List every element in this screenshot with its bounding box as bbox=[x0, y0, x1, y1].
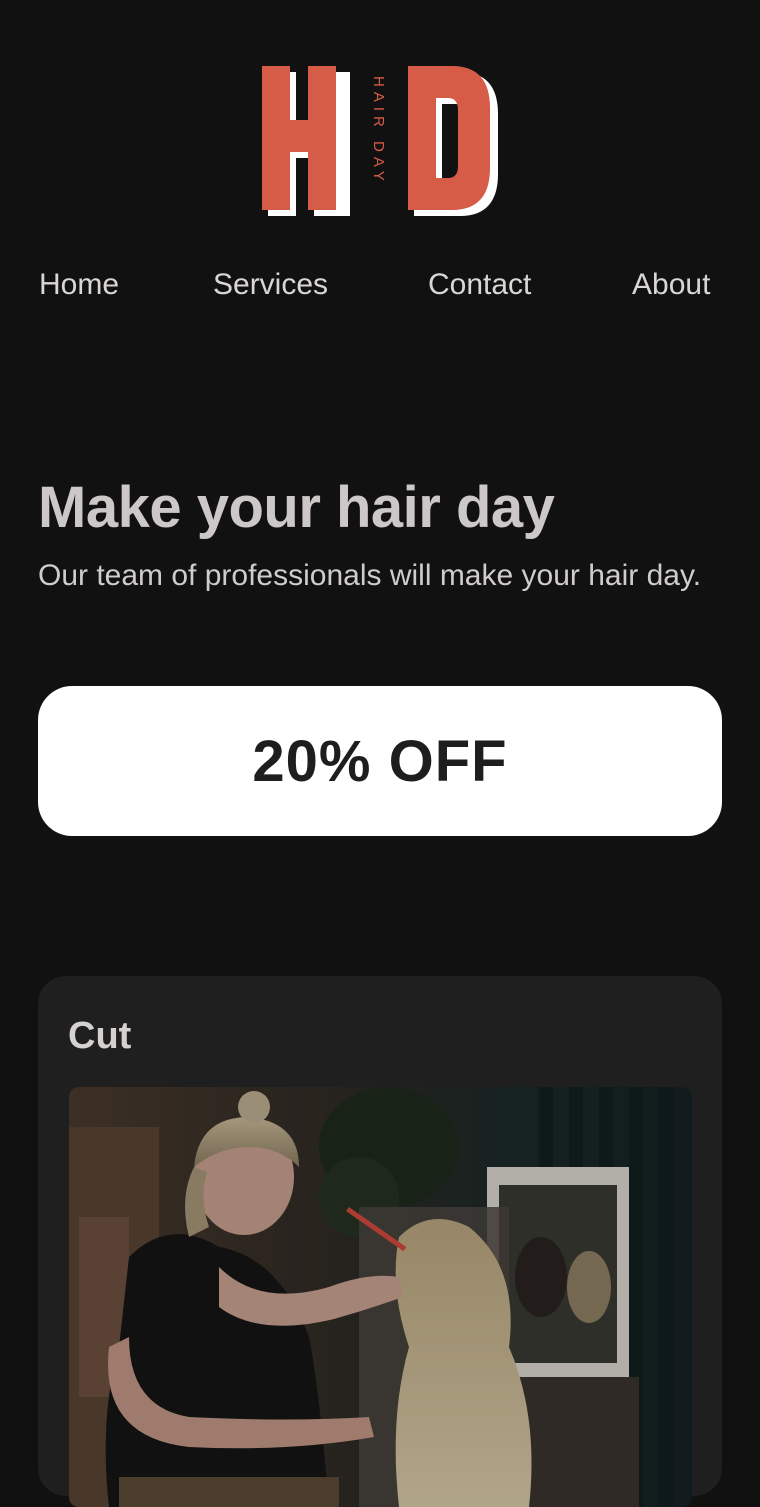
hd-logo-icon: HAIR DAY bbox=[262, 66, 498, 216]
service-card-image bbox=[69, 1087, 692, 1507]
nav-services-link[interactable]: Services bbox=[213, 266, 328, 304]
logo-tagline: HAIR DAY bbox=[370, 76, 387, 186]
main-nav: Home Services Contact About bbox=[0, 266, 760, 306]
service-card[interactable]: Cut bbox=[38, 976, 722, 1507]
discount-button[interactable]: 20% OFF bbox=[38, 686, 722, 836]
hero-subtitle: Our team of professionals will make your… bbox=[38, 559, 702, 592]
hero-title: Make your hair day bbox=[38, 475, 555, 540]
stylist-cutting-hair-photo-icon bbox=[69, 1087, 692, 1507]
nav-about-link[interactable]: About bbox=[632, 266, 710, 304]
service-card-title: Cut bbox=[68, 1015, 132, 1057]
nav-contact-link[interactable]: Contact bbox=[428, 266, 531, 304]
hair-day-logo[interactable]: HAIR DAY bbox=[262, 64, 498, 219]
nav-home-link[interactable]: Home bbox=[39, 266, 119, 304]
